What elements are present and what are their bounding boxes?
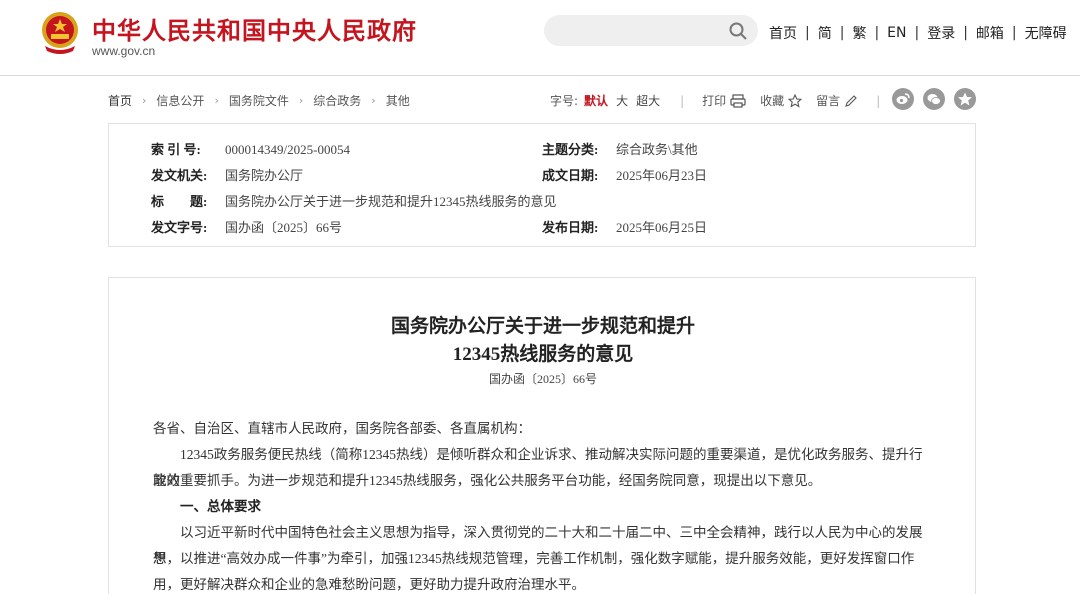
chevron-right-icon: › [214,94,219,107]
info-title-value: 国务院办公厅关于进一步规范和提升12345热线服务的意见 [225,194,557,209]
info-index-key: 索 引 号: [151,142,201,157]
search-icon[interactable] [728,21,748,41]
info-index-value: 000014349/2025-00054 [225,142,350,157]
breadcrumb-info-public[interactable]: 信息公开 [156,92,204,109]
info-doc-number-key: 发文字号: [151,220,208,235]
nav-home[interactable]: 首页 [769,23,797,43]
nav-divider: | [874,25,880,41]
info-title-key: 标 题: [151,194,208,209]
info-date-made-key: 成文日期: [542,168,599,183]
info-issuer-key: 发文机关: [151,168,208,183]
salutation: 各省、自治区、直辖市人民政府，国务院各部委、各直属机构： [153,421,531,436]
nav-login[interactable]: 登录 [927,23,955,43]
font-size-large[interactable]: 大 [616,92,628,109]
info-issuer-value: 国务院办公厅 [225,168,304,183]
section-heading: 一、总体要求 [180,499,261,514]
search-input[interactable] [544,15,758,46]
info-date-made: 成文日期: 2025年06月23日 [542,165,707,184]
chevron-right-icon: › [298,94,304,107]
info-pub-date: 发布日期: 2025年06月25日 [542,217,707,236]
site-url: www.gov.cn [92,44,156,58]
info-topic-key: 主题分类: [542,142,599,157]
article-title-line2: 12345热线服务的意见 [452,344,634,365]
info-title: 标 题: 国务院办公厅关于进一步规范和提升12345热线服务的意见 [151,191,557,210]
print-label: 打印 [702,94,727,108]
qzone-star-icon[interactable] [954,88,976,110]
paragraph-2-line-3: 用，更好解决群众和企业的急难愁盼问题，更好助力提升政府治理水平。 [153,577,585,592]
document-info-box: 索 引 号: 000014349/2025-00054 主题分类: 综合政务\其他 … [108,123,976,247]
comment-label: 留言 [816,94,841,108]
info-index: 索 引 号: 000014349/2025-00054 [151,139,350,158]
star-icon [788,93,803,108]
info-date-made-value: 2025年06月23日 [616,168,708,183]
pencil-icon [845,94,857,107]
top-nav: 首页 | 简 | 繁 | EN | 登录 | 邮箱 | 无障碍 [769,23,1067,43]
breadcrumb-toolbar: 首页 › 信息公开 › 国务院文件 › 综合政务 › 其他 字号: 默认 大 超… [108,88,978,110]
article-doc-number: 国办函〔2025〕66号 [488,372,597,386]
tools-divider: | [876,93,881,108]
nav-divider: | [914,25,920,41]
paragraph-2-line-2: 想，以推进“高效办成一件事”为牵引，加强12345热线规范管理，完善工作机制，强… [153,551,915,566]
font-size-default[interactable]: 默认 [584,92,608,109]
share-buttons [892,88,985,110]
nav-english[interactable]: EN [887,25,906,41]
breadcrumb: 首页 › 信息公开 › 国务院文件 › 综合政务 › 其他 [108,92,410,109]
site-header: 中华人民共和国中央人民政府 www.gov.cn 首页 | 简 | 繁 | EN… [0,0,1080,76]
info-doc-number: 发文字号: 国办函〔2025〕66号 [151,217,342,236]
page-tools: 字号: 默认 大 超大 | 打印 收藏 留言 | [550,92,880,109]
nav-mail[interactable]: 邮箱 [976,23,1004,43]
info-topic-value: 综合政务\其他 [616,142,698,157]
favorite-label: 收藏 [760,94,785,108]
chevron-right-icon: › [142,94,147,107]
paragraph-1-line-2: 能的重要抓手。为进一步规范和提升12345热线服务，强化公共服务平台功能，经国务… [153,473,822,488]
font-size-label: 字号: [550,94,579,108]
wechat-icon[interactable] [923,88,945,110]
info-doc-number-value: 国办函〔2025〕66号 [225,220,343,235]
nav-accessibility[interactable]: 无障碍 [1025,23,1067,43]
favorite-button[interactable]: 收藏 [760,92,803,109]
tools-divider: | [680,93,685,108]
nav-divider: | [1011,25,1017,41]
font-size-xlarge[interactable]: 超大 [636,92,660,109]
print-button[interactable]: 打印 [702,92,746,109]
printer-icon [730,93,746,108]
info-pub-date-key: 发布日期: [542,220,599,235]
breadcrumb-general-affairs[interactable]: 综合政务 [313,92,361,109]
breadcrumb-home[interactable]: 首页 [108,92,132,109]
article-title-line1: 国务院办公厅关于进一步规范和提升 [390,316,695,337]
weibo-icon[interactable] [892,88,914,110]
article-body: 国务院办公厅关于进一步规范和提升 12345热线服务的意见 国办函〔2025〕6… [108,277,976,594]
nav-divider: | [805,25,810,41]
breadcrumb-state-council-docs[interactable]: 国务院文件 [229,92,289,109]
nav-divider: | [839,25,845,41]
national-emblem-icon[interactable] [39,10,81,56]
info-pub-date-value: 2025年06月25日 [616,220,708,235]
comment-button[interactable]: 留言 [816,92,858,109]
breadcrumb-other[interactable]: 其他 [386,92,410,109]
info-topic: 主题分类: 综合政务\其他 [542,139,698,158]
info-issuer: 发文机关: 国务院办公厅 [151,165,303,184]
site-title[interactable]: 中华人民共和国中央人民政府 [92,11,417,46]
nav-traditional[interactable]: 繁 [852,23,866,43]
nav-divider: | [963,25,968,41]
chevron-right-icon: › [371,94,376,107]
nav-simplified[interactable]: 简 [818,23,832,43]
